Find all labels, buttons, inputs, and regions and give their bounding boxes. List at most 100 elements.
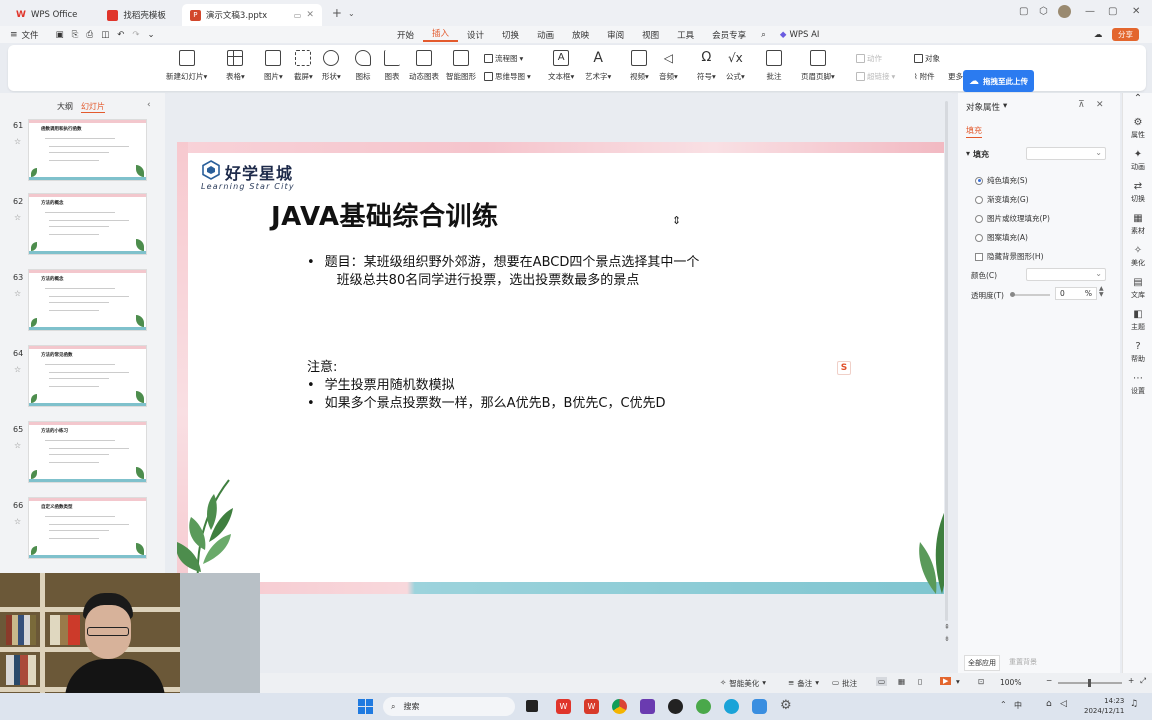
slide-thumbnail[interactable]: 方法的常见函数 [28,345,147,407]
star-icon[interactable]: ☆ [14,289,21,298]
cloud-icon[interactable]: ☁ [1094,30,1103,40]
sidebar-item-transition[interactable]: ⇄ 切换 [1123,181,1152,204]
comment-status-button[interactable]: ▭ 批注 [832,678,857,689]
slide-title[interactable]: JAVA基础综合训练 [271,196,499,233]
sidebar-item-material[interactable]: ▦ 素材 [1123,213,1152,236]
sidebar-item-beautify[interactable]: ✧ 美化 [1123,245,1152,268]
menu-animation[interactable]: 动画 [528,29,563,41]
menu-design[interactable]: 设计 [458,29,493,41]
preview-icon[interactable]: ◫ [101,30,109,40]
task-view-icon[interactable] [526,700,538,712]
attach-button[interactable]: ⌇ 附件 [914,71,935,82]
flowchart-button[interactable]: 流程图 ▾ [484,53,523,64]
taskbar-search[interactable]: ⌕ 搜索 [383,697,515,716]
transparency-slider[interactable] [1010,292,1050,297]
menu-view[interactable]: 视图 [633,29,668,41]
header-footer-button[interactable]: 页眉页脚▾ [801,50,835,82]
tab-template[interactable]: 找稻壳模板 [99,4,174,26]
slider-knob[interactable] [1010,292,1015,297]
color-dropdown[interactable]: ⌄ [1026,268,1106,281]
new-slide-button[interactable]: 新建幻灯片▾ [166,50,207,82]
smart-beautify-button[interactable]: ✧ 智能美化 ▾ [720,678,766,689]
spinner-icon[interactable]: ▲ ▼ [1099,286,1104,298]
slide-thumbnail[interactable]: 自定义函数类型 [28,497,147,559]
settings-icon[interactable]: ⚙ [780,698,792,713]
print-icon[interactable]: ⎙ [86,30,93,40]
reset-bg-button[interactable]: 重置背景 [1006,655,1040,669]
object-button[interactable]: 对象 [914,53,940,64]
zoom-slider[interactable] [1058,679,1122,687]
layout-icon[interactable]: ▢ [1019,6,1028,17]
search-icon[interactable]: ⌕ [761,30,766,40]
fit-icon[interactable]: ⊡ [978,677,984,686]
sidebar-item-help[interactable]: ? 帮助 [1123,341,1152,364]
radio-picture-fill[interactable]: 图片或纹理填充(P) [975,213,1050,224]
chart-button[interactable]: 图表 [384,50,400,82]
undo-icon[interactable]: ↶ [117,30,124,40]
app-icon[interactable] [668,699,683,714]
play-button[interactable]: ▶ [940,677,952,685]
tab-wps-office[interactable]: W WPS Office [8,4,85,26]
upload-button[interactable]: ☁ 拖拽至此上传 [963,70,1034,92]
share-button[interactable]: 分享 [1112,28,1139,41]
picture-button[interactable]: 图片▾ [264,50,283,82]
close-panel-icon[interactable]: ✕ [1096,100,1104,110]
current-slide[interactable]: 好学星城 Learning Star City JAVA基础综合训练 • 题目：某… [177,142,944,594]
sidebar-item-theme[interactable]: ◧ 主题 [1123,309,1152,332]
radio-solid-fill[interactable]: 纯色填充(S) [975,175,1028,186]
sidebar-up-icon[interactable]: ⌃ [1123,93,1152,106]
float-widget-icon[interactable]: S [837,361,851,375]
close-tab-icon[interactable]: ✕ [306,10,314,20]
maximize-icon[interactable]: ▢ [1108,6,1117,17]
table-button[interactable]: 表格▾ [226,50,245,82]
minimize-icon[interactable]: — [1085,6,1095,17]
menu-insert[interactable]: 插入 [423,27,459,42]
wps-app-icon[interactable]: W [556,699,571,714]
cube-icon[interactable]: ⬡ [1039,6,1048,17]
reading-view-icon[interactable]: ▯ [918,677,922,686]
video-button[interactable]: 视频▾ [630,50,649,82]
apply-all-button[interactable]: 全部应用 [964,655,1000,671]
notes-button[interactable]: ≡ 备注 ▾ [788,678,819,689]
pin-icon[interactable]: ⊼ [1078,100,1085,110]
notes-block[interactable]: 注意: • 学生投票用随机数模拟 • 如果多个景点投票数一样，那么A优先B，B优先C… [307,359,827,413]
smart-graphic-button[interactable]: 智能图形 [446,50,476,82]
fill-section-header[interactable]: ▾ 填充 [966,149,989,160]
app-icon[interactable] [724,699,739,714]
save-icon[interactable]: ▣ [56,30,64,40]
lang-indicator[interactable]: 中 [1014,700,1022,711]
tab-outline[interactable]: 大纲 [57,101,73,112]
dynamic-chart-button[interactable]: 动态图表 [409,50,439,82]
more-chevron-icon[interactable]: ⌄ [148,30,155,40]
tray-chevron-icon[interactable]: ⌃ [1000,700,1007,709]
shape-button[interactable]: 形状▾ [322,50,341,82]
zoom-out-icon[interactable]: − [1046,676,1052,685]
close-icon[interactable]: ✕ [1132,6,1140,17]
screenshot-button[interactable]: 截屏▾ [294,50,313,82]
wps-app-icon-2[interactable]: W [584,699,599,714]
fill-type-dropdown[interactable]: ⌄ [1026,147,1106,160]
chevron-down-icon[interactable]: ⌄ [348,9,355,18]
star-icon[interactable]: ☆ [14,517,21,526]
tab-document[interactable]: P 演示文稿3.pptx ▭ ✕ [181,4,322,26]
menu-tools[interactable]: 工具 [668,29,703,41]
menu-review[interactable]: 审阅 [598,29,633,41]
scroll-next-icon[interactable]: ⇟ [944,635,950,643]
icon-button[interactable]: 图标 [355,50,371,82]
window-icon[interactable]: ▭ [294,11,302,20]
transparency-input[interactable]: 0% [1055,287,1097,300]
star-icon[interactable]: ☆ [14,137,21,146]
star-icon[interactable]: ☆ [14,365,21,374]
avatar[interactable] [1058,5,1071,18]
sidebar-item-settings[interactable]: ⋯ 设置 [1123,373,1152,396]
slide-thumbnail[interactable]: 函数调用和执行函数 [28,119,147,181]
visual-studio-icon[interactable] [640,699,655,714]
zoom-in-icon[interactable]: + [1128,676,1134,685]
audio-button[interactable]: ◁ 音频▾ [659,50,678,82]
volume-icon[interactable]: ◁ [1060,699,1067,709]
zoom-value[interactable]: 100% [1000,678,1021,687]
clock[interactable]: 14:23 2024/12/11 [1084,696,1124,716]
notification-icon[interactable]: ♫ [1130,699,1138,709]
canvas-scrollbar[interactable] [945,101,948,621]
start-button[interactable] [358,699,373,714]
